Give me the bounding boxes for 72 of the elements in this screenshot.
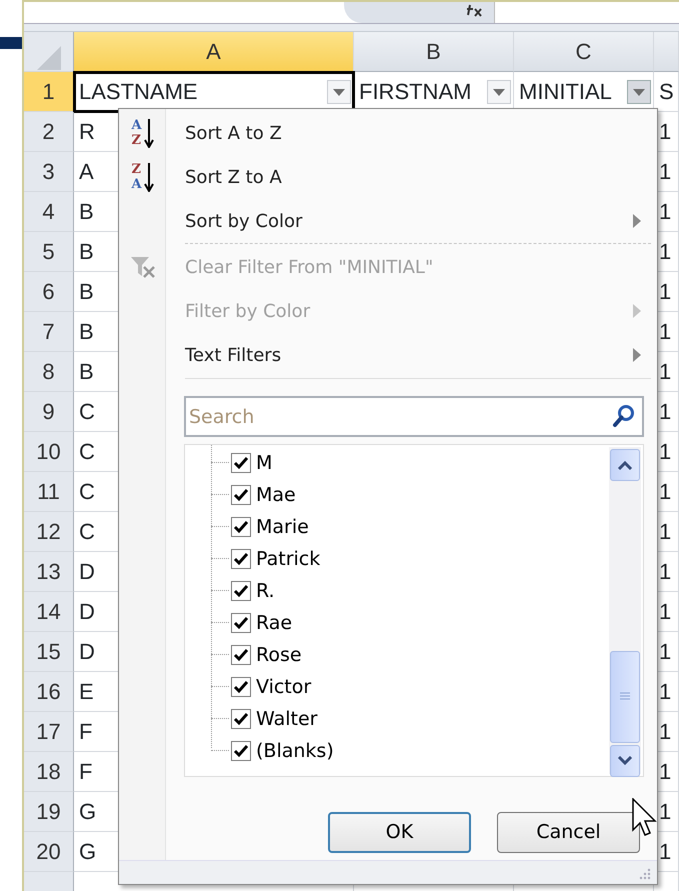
- row-header[interactable]: 9: [24, 392, 74, 432]
- row-header[interactable]: 10: [24, 432, 74, 472]
- grip-lines-icon: [620, 692, 630, 702]
- checkbox[interactable]: [231, 517, 251, 537]
- row-header[interactable]: 6: [24, 272, 74, 312]
- row-header[interactable]: 11: [24, 472, 74, 512]
- checkbox-label[interactable]: Patrick: [256, 544, 320, 574]
- row-header[interactable]: 13: [24, 552, 74, 592]
- checkbox-label[interactable]: M: [256, 448, 272, 478]
- row-header[interactable]: 1: [24, 72, 74, 112]
- menu-item[interactable]: Sort by Color: [119, 199, 657, 243]
- checkbox-label[interactable]: (Blanks): [256, 736, 334, 766]
- menu-item[interactable]: Z A Sort Z to A: [119, 155, 657, 199]
- search-icon[interactable]: [612, 404, 636, 428]
- dropdown-arrow-icon: [493, 88, 505, 96]
- row-header[interactable]: 17: [24, 712, 74, 752]
- row-header[interactable]: 19: [24, 792, 74, 832]
- scroll-thumb[interactable]: [610, 651, 640, 743]
- submenu-arrow-icon: [633, 348, 641, 362]
- checkbox-label[interactable]: Mae: [256, 480, 296, 510]
- filter-dropdown-button[interactable]: [327, 80, 351, 104]
- search-field[interactable]: Search: [184, 396, 644, 437]
- submenu-arrow-icon: [633, 304, 641, 318]
- scroll-down-button[interactable]: [610, 745, 640, 777]
- checkbox[interactable]: [231, 709, 251, 729]
- dropdown-arrow-icon: [333, 88, 345, 96]
- row-header[interactable]: 16: [24, 672, 74, 712]
- row-header[interactable]: 12: [24, 512, 74, 552]
- row-header[interactable]: 7: [24, 312, 74, 352]
- clear-filter-icon: [128, 254, 156, 280]
- menu-item[interactable]: Text Filters: [119, 333, 657, 377]
- row-header[interactable]: 3: [24, 152, 74, 192]
- row-header[interactable]: 14: [24, 592, 74, 632]
- checkbox[interactable]: [231, 453, 251, 473]
- checkbox[interactable]: [231, 741, 251, 761]
- checkbox[interactable]: [231, 485, 251, 505]
- checkbox[interactable]: [231, 677, 251, 697]
- dropdown-arrow-icon: [633, 88, 645, 96]
- checkbox-label[interactable]: Rose: [256, 640, 302, 670]
- row-header[interactable]: 4: [24, 192, 74, 232]
- checkbox-label[interactable]: Victor: [256, 672, 312, 702]
- scrollbar[interactable]: [609, 447, 641, 774]
- scroll-up-button[interactable]: [610, 449, 640, 481]
- checkbox-label[interactable]: Rae: [256, 608, 292, 638]
- row-header[interactable]: 18: [24, 752, 74, 792]
- filter-dropdown-button[interactable]: [487, 80, 511, 104]
- ok-button[interactable]: OK: [328, 812, 471, 853]
- checkbox-label[interactable]: Walter: [256, 704, 318, 734]
- checkbox[interactable]: [231, 645, 251, 665]
- table-cell[interactable]: LASTNAME: [74, 72, 354, 112]
- row-header[interactable]: 2: [24, 112, 74, 152]
- corner-triangle-icon: [36, 46, 60, 70]
- row-header[interactable]: 8: [24, 352, 74, 392]
- row-header[interactable]: 5: [24, 232, 74, 272]
- submenu-arrow-icon: [633, 214, 641, 228]
- resize-grip-icon: [639, 868, 651, 880]
- checkbox[interactable]: [231, 549, 251, 569]
- chevron-up-icon: [617, 460, 633, 470]
- column-header[interactable]: B: [354, 32, 514, 72]
- column-header[interactable]: C: [514, 32, 654, 72]
- chevron-down-icon: [617, 756, 633, 766]
- checkbox-label[interactable]: R.: [256, 576, 275, 606]
- column-header[interactable]: A: [74, 32, 354, 72]
- row-header[interactable]: 15: [24, 632, 74, 672]
- menu-item[interactable]: A Z Sort A to Z: [119, 111, 657, 155]
- checkbox[interactable]: [231, 613, 251, 633]
- checkbox[interactable]: [231, 581, 251, 601]
- window-edge-strip: [0, 37, 22, 49]
- row-header[interactable]: 20: [24, 832, 74, 872]
- checkbox-label[interactable]: Marie: [256, 512, 309, 542]
- filter-dropdown-button[interactable]: [627, 80, 651, 104]
- cancel-button[interactable]: Cancel: [497, 812, 640, 853]
